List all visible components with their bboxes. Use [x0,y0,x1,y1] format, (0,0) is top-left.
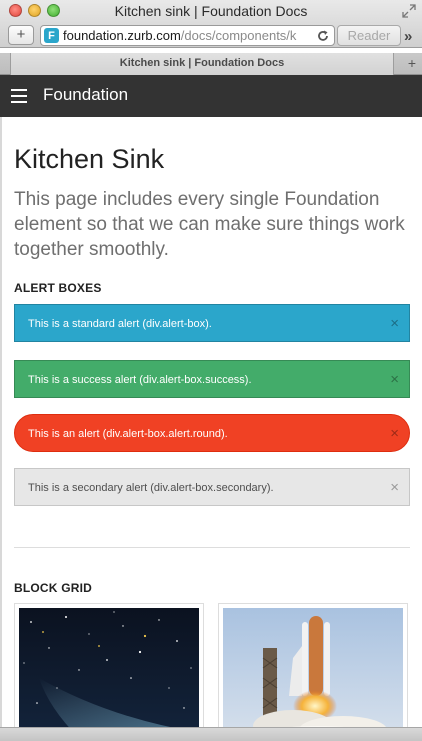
block-grid-item[interactable] [218,603,408,738]
close-icon[interactable]: × [390,361,399,399]
alert-box-round: This is an alert (div.alert-box.alert.ro… [14,414,410,452]
section-divider [14,547,410,548]
space-shuttle-launch-image [223,608,403,738]
window-bottom-edge [0,727,422,741]
window-title: Kitchen sink | Foundation Docs [114,3,308,19]
page-content: Kitchen Sink This page includes every si… [0,117,422,738]
page-lead: This page includes every single Foundati… [14,189,405,260]
close-icon[interactable]: × [390,469,399,507]
alert-text: This is a secondary alert (div.alert-box… [28,482,274,494]
close-icon[interactable]: × [390,415,399,453]
hamburger-menu-icon[interactable] [11,89,27,103]
fullscreen-icon[interactable] [402,4,416,18]
url-text[interactable]: foundation.zurb.com/docs/components/k [63,28,312,43]
tab-kitchen-sink[interactable]: Kitchen sink | Foundation Docs [10,53,394,75]
alert-text: This is a standard alert (div.alert-box)… [28,318,212,330]
block-grid-item[interactable] [14,603,204,738]
foundation-favicon-icon: F [44,28,59,43]
alert-text: This is a success alert (div.alert-box.s… [28,374,252,386]
page-title: Kitchen Sink [14,144,165,174]
section-heading-block-grid: BLOCK GRID [14,581,92,595]
add-tab-button[interactable]: + [8,25,34,45]
foundation-top-bar: Foundation [0,75,422,117]
alert-box-secondary: This is a secondary alert (div.alert-box… [14,468,410,506]
starfield-comet-image [19,608,199,738]
toolbar-overflow-icon[interactable]: » [404,28,413,45]
tab-bar: Kitchen sink | Foundation Docs + [0,53,422,75]
url-path: /docs/components/k [180,28,297,43]
alert-box-standard: This is a standard alert (div.alert-box)… [14,304,410,342]
url-domain: foundation.zurb.com [63,28,181,43]
address-bar[interactable]: F foundation.zurb.com/docs/components/k [40,25,335,46]
alert-box-success: This is a success alert (div.alert-box.s… [14,360,410,398]
new-tab-icon[interactable]: + [408,55,416,71]
browser-toolbar: Kitchen sink | Foundation Docs + F found… [0,0,422,48]
close-icon[interactable]: × [390,305,399,343]
alert-text: This is an alert (div.alert-box.alert.ro… [28,428,228,440]
reload-icon[interactable] [316,29,330,43]
section-heading-alert-boxes: ALERT BOXES [14,281,102,295]
reader-button[interactable]: Reader [337,25,401,46]
brand-link[interactable]: Foundation [43,85,128,105]
